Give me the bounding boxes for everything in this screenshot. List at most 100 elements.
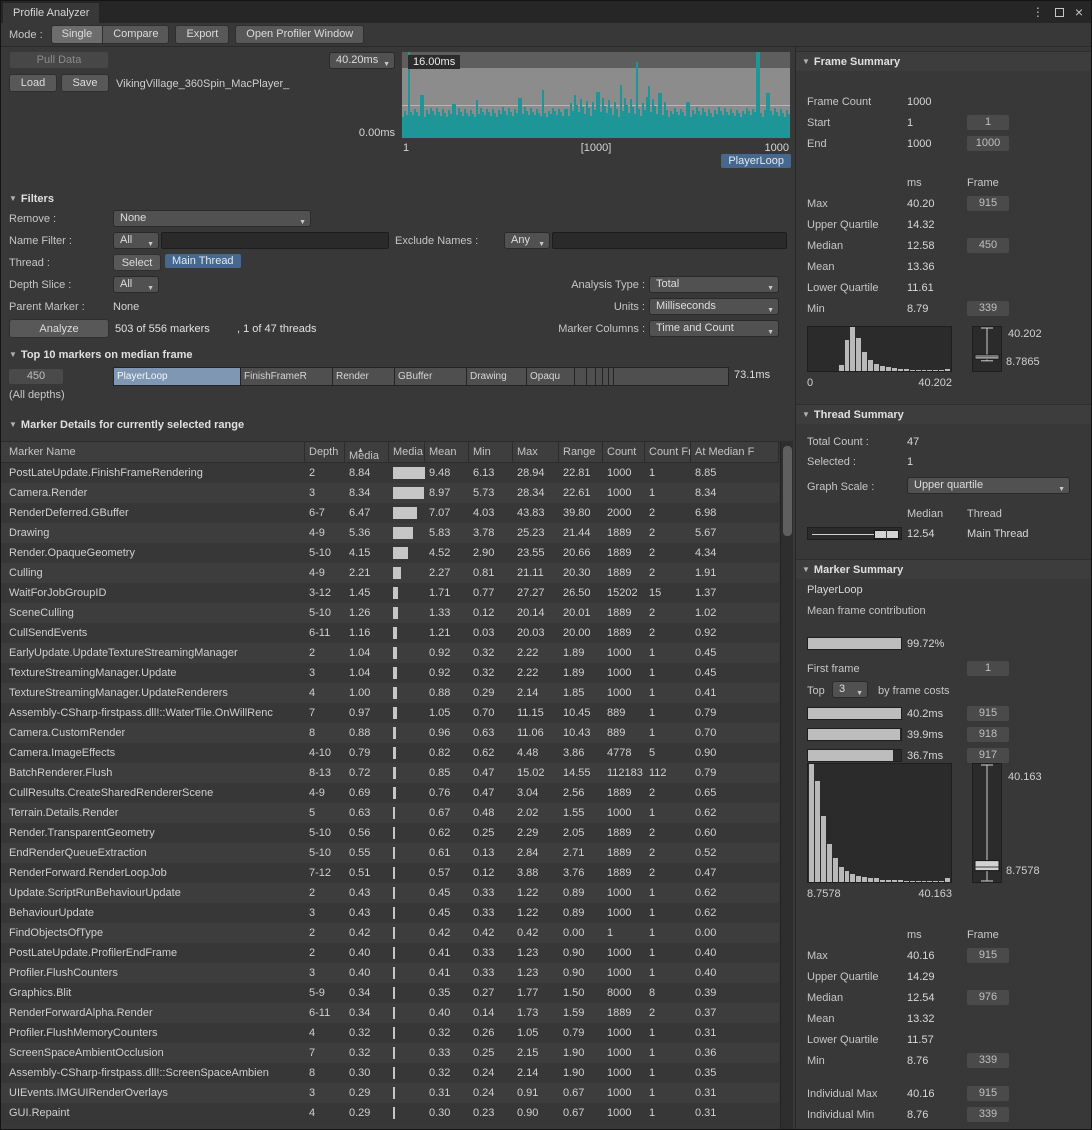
table-row[interactable]: Graphics.Blit5-90.340.350.271.771.508000… (1, 983, 779, 1003)
table-row[interactable]: BehaviourUpdate30.430.450.331.220.891000… (1, 903, 779, 923)
frame-badge[interactable]: 339 (967, 1053, 1009, 1068)
scrollbar-thumb[interactable] (783, 446, 792, 536)
thread-select-button[interactable]: Select (113, 254, 161, 271)
open-profiler-window-button[interactable]: Open Profiler Window (235, 25, 364, 44)
name-filter-input[interactable] (161, 232, 389, 249)
filters-header[interactable]: ▼Filters (9, 193, 54, 205)
frame-scale-dropdown[interactable]: 40.20ms▼ (329, 52, 395, 69)
frame-badge[interactable]: 339 (967, 1107, 1009, 1122)
table-row[interactable]: CullSendEvents6-111.161.210.0320.0320.00… (1, 623, 779, 643)
table-row[interactable]: RenderForward.RenderLoopJob7-120.510.570… (1, 863, 779, 883)
col-at-median-frame[interactable]: At Median F (691, 442, 779, 462)
analyze-button[interactable]: Analyze (9, 319, 109, 338)
frame-badge[interactable]: 1000 (967, 136, 1009, 151)
table-row[interactable]: Profiler.FlushMemoryCounters40.320.320.2… (1, 1023, 779, 1043)
table-row[interactable]: WaitForJobGroupID3-121.451.710.7727.2726… (1, 583, 779, 603)
top10-segment-opaqu[interactable]: Opaqu (527, 368, 575, 385)
table-row[interactable]: Camera.ImageEffects4-100.790.820.624.483… (1, 743, 779, 763)
load-button[interactable]: Load (9, 74, 57, 92)
table-row[interactable]: Camera.CustomRender80.880.960.6311.0610.… (1, 723, 779, 743)
top10-segment[interactable] (596, 368, 603, 385)
col-range[interactable]: Range (559, 442, 603, 462)
col-median-sorted[interactable]: ▲Media (345, 442, 389, 462)
frame-badge[interactable]: 450 (967, 238, 1009, 253)
table-row[interactable]: PostLateUpdate.FinishFrameRendering28.84… (1, 463, 779, 483)
table-row[interactable]: CullResults.CreateSharedRendererScene4-9… (1, 783, 779, 803)
top10-segment[interactable] (614, 368, 728, 385)
table-row[interactable]: FindObjectsOfType20.420.420.420.420.0011… (1, 923, 779, 943)
analysis-type-dropdown[interactable]: Total▼ (649, 276, 779, 293)
frame-badge[interactable]: 1 (967, 115, 1009, 130)
maximize-icon[interactable] (1055, 8, 1064, 17)
frame-badge[interactable]: 915 (967, 948, 1009, 963)
selected-marker-chip[interactable]: PlayerLoop (721, 154, 791, 168)
median-frame-badge[interactable]: 450 (9, 369, 63, 384)
name-filter-mode-dropdown[interactable]: All▼ (113, 232, 159, 249)
thread-selected-chip[interactable]: Main Thread (165, 254, 241, 268)
frame-badge[interactable]: 918 (967, 727, 1009, 742)
table-row[interactable]: TextureStreamingManager.UpdateRenderers4… (1, 683, 779, 703)
col-marker-name[interactable]: Marker Name (1, 442, 305, 462)
table-row[interactable]: Camera.Render38.348.975.7328.3422.611000… (1, 483, 779, 503)
top10-segment[interactable] (587, 368, 596, 385)
table-row[interactable]: Render.TransparentGeometry5-100.560.620.… (1, 823, 779, 843)
frame-summary-header[interactable]: ▼Frame Summary (796, 51, 1092, 71)
table-row[interactable]: SceneCulling5-101.261.330.1220.1420.0118… (1, 603, 779, 623)
top10-segment-playerloop[interactable]: PlayerLoop (114, 368, 241, 385)
table-row[interactable]: Culling4-92.212.270.8121.1120.30188921.9… (1, 563, 779, 583)
top-count-dropdown[interactable]: 3▼ (832, 681, 868, 698)
units-dropdown[interactable]: Milliseconds▼ (649, 298, 779, 315)
col-mean[interactable]: Mean (425, 442, 469, 462)
top10-header[interactable]: ▼Top 10 markers on median frame (9, 349, 193, 361)
top10-segment-drawing[interactable]: Drawing (467, 368, 527, 385)
top10-segment-gbuffer[interactable]: GBuffer (395, 368, 467, 385)
table-row[interactable]: EarlyUpdate.UpdateTextureStreamingManage… (1, 643, 779, 663)
col-median-bar[interactable]: Media (389, 442, 425, 462)
top10-segment-finishframer[interactable]: FinishFrameR (241, 368, 333, 385)
table-row[interactable]: UIEvents.IMGUIRenderOverlays30.290.310.2… (1, 1083, 779, 1103)
frame-badge[interactable]: 915 (967, 706, 1009, 721)
table-row[interactable]: BatchRenderer.Flush8-130.720.850.4715.02… (1, 763, 779, 783)
frame-badge[interactable]: 917 (967, 748, 1009, 763)
col-count[interactable]: Count (603, 442, 645, 462)
export-button[interactable]: Export (175, 25, 229, 44)
marker-summary-header[interactable]: ▼Marker Summary (796, 559, 1092, 579)
table-row[interactable]: Update.ScriptRunBehaviourUpdate20.430.45… (1, 883, 779, 903)
col-min[interactable]: Min (469, 442, 513, 462)
tab-compare[interactable]: Compare (103, 25, 169, 44)
table-row[interactable]: Terrain.Details.Render50.630.670.482.021… (1, 803, 779, 823)
exclude-mode-dropdown[interactable]: Any▼ (504, 232, 550, 249)
close-icon[interactable]: × (1075, 7, 1083, 17)
table-row[interactable]: RenderDeferred.GBuffer6-76.477.074.0343.… (1, 503, 779, 523)
frame-time-chart[interactable]: 16.00ms (401, 51, 791, 139)
more-icon[interactable]: ⋮ (1032, 5, 1044, 19)
frame-badge[interactable]: 339 (967, 301, 1009, 316)
top10-marker-bar[interactable]: PlayerLoopFinishFrameRRenderGBufferDrawi… (113, 367, 729, 386)
frame-badge[interactable]: 976 (967, 990, 1009, 1005)
tab-single[interactable]: Single (51, 25, 104, 44)
table-scrollbar[interactable] (780, 441, 793, 1130)
frame-badge[interactable]: 915 (967, 196, 1009, 211)
table-row[interactable]: ScreenSpaceAmbientOcclusion70.320.330.25… (1, 1043, 779, 1063)
remove-dropdown[interactable]: None▼ (113, 210, 311, 227)
marker-details-header[interactable]: ▼Marker Details for currently selected r… (9, 419, 244, 431)
table-row[interactable]: Render.OpaqueGeometry5-104.154.522.9023.… (1, 543, 779, 563)
exclude-names-input[interactable] (552, 232, 787, 249)
table-row[interactable]: PostLateUpdate.ProfilerEndFrame20.400.41… (1, 943, 779, 963)
thread-graph-row[interactable]: 12.54 Main Thread (796, 523, 1092, 544)
first-frame-badge[interactable]: 1 (967, 661, 1009, 676)
table-row[interactable]: Drawing4-95.365.833.7825.2321.44188925.6… (1, 523, 779, 543)
table-row[interactable]: Profiler.FlushCounters30.400.410.331.230… (1, 963, 779, 983)
frame-badge[interactable]: 915 (967, 1086, 1009, 1101)
pull-data-button[interactable]: Pull Data (9, 51, 109, 69)
marker-columns-dropdown[interactable]: Time and Count▼ (649, 320, 779, 337)
table-row[interactable]: GUI.Repaint40.290.300.230.900.67100010.3… (1, 1103, 779, 1123)
table-row[interactable]: TextureStreamingManager.Update31.040.920… (1, 663, 779, 683)
table-row[interactable]: RenderForwardAlpha.Render6-110.340.400.1… (1, 1003, 779, 1023)
table-row[interactable]: EndRenderQueueExtraction5-100.550.610.13… (1, 843, 779, 863)
col-depth[interactable]: Depth (305, 442, 345, 462)
table-row[interactable]: Assembly-CSharp-firstpass.dll!::ScreenSp… (1, 1063, 779, 1083)
col-count-frame[interactable]: Count Fra (645, 442, 691, 462)
depth-slice-dropdown[interactable]: All▼ (113, 276, 159, 293)
top10-segment-render[interactable]: Render (333, 368, 395, 385)
